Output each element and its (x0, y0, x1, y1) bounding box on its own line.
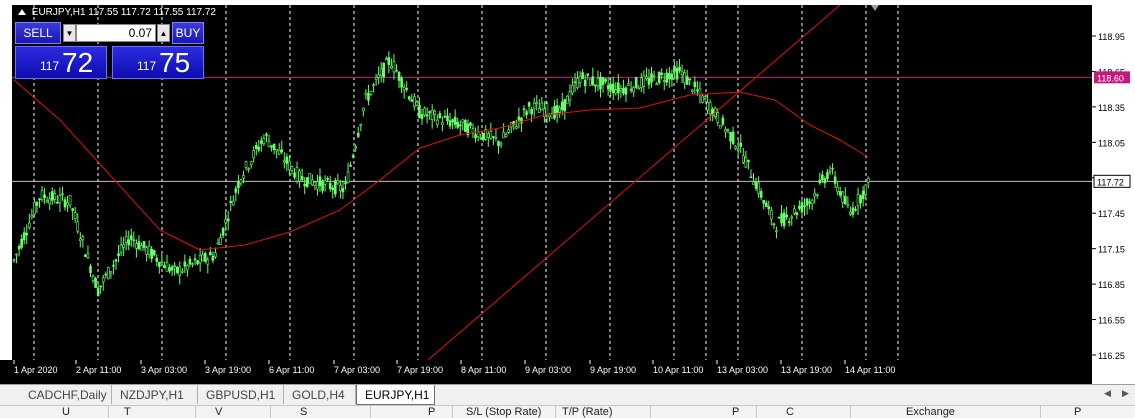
buy-price-big: 75 (159, 47, 191, 78)
time-axis-label: 2 Apr 11:00 (76, 365, 121, 375)
column-header[interactable]: V (215, 406, 222, 418)
column-header[interactable]: C (786, 406, 794, 418)
column-header[interactable]: T (124, 406, 131, 418)
column-header[interactable]: S (300, 406, 307, 418)
time-axis-label: 10 Apr 11:00 (653, 365, 703, 375)
price-axis-label: 117.45 (1098, 209, 1125, 219)
candle (719, 125, 722, 129)
candle (305, 177, 309, 189)
one-click-trading-panel: SELL ▼ 0.07 ▲ BUY 117 72 117 75 (15, 22, 204, 79)
price-axis-label: 118.95 (1098, 32, 1125, 42)
lot-size-input[interactable]: 0.07 (76, 24, 156, 42)
price-axis-label: 117.15 (1098, 245, 1125, 255)
time-axis-label: 7 Apr 03:00 (334, 365, 380, 375)
symbol-info: EURJPY,H1 117.55 117.72 117.55 117.72 (31, 7, 216, 18)
tab-gbpusd-h1[interactable]: GBPUSD,H1 (198, 385, 284, 404)
lot-increase-button[interactable]: ▲ (157, 24, 170, 42)
chart-tab-bar: CADCHF,Daily NZDJPY,H1 GBPUSD,H1 GOLD,H4… (0, 384, 1135, 405)
time-axis-label: 7 Apr 19:00 (397, 365, 443, 375)
column-header[interactable]: U (62, 406, 70, 418)
tab-scroll-left-icon[interactable]: ◀ (1104, 388, 1111, 399)
lot-decrease-button[interactable]: ▼ (63, 24, 76, 42)
sell-button[interactable]: SELL (15, 22, 61, 44)
candle (308, 172, 312, 184)
time-axis-label: 9 Apr 03:00 (525, 365, 571, 375)
price-axis-label: 116.85 (1098, 280, 1125, 290)
time-axis-label: 6 Apr 11:00 (269, 365, 314, 375)
tab-cadchf-daily[interactable]: CADCHF,Daily (20, 385, 112, 404)
tab-nzdjpy-h1[interactable]: NZDJPY,H1 (112, 385, 198, 404)
current-price-label: 117.72 (1097, 177, 1124, 187)
time-axis-label: 3 Apr 19:00 (205, 365, 251, 375)
column-header[interactable]: Exchange (906, 406, 955, 418)
candle (423, 106, 426, 117)
chart-area[interactable]: 118.95118.65118.35118.05117.75117.45117.… (0, 0, 1135, 384)
time-axis-label: 13 Apr 19:00 (781, 365, 832, 375)
price-axis-label: 116.55 (1098, 316, 1125, 326)
terminal-table-header: U T V S P S/L (Stop Rate) T/P (Rate) P C… (0, 405, 1135, 418)
candle (107, 266, 110, 280)
candle (657, 71, 661, 85)
time-axis-label: 8 Apr 11:00 (461, 365, 506, 375)
sell-price-big: 72 (62, 47, 94, 78)
buy-price-box[interactable]: 117 75 (112, 46, 204, 79)
column-header[interactable]: P (1074, 406, 1081, 418)
column-header[interactable]: S/L (Stop Rate) (466, 406, 541, 418)
candle (588, 78, 592, 86)
buy-price-small: 117 (137, 59, 157, 73)
candle (464, 119, 467, 132)
sell-price-small: 117 (40, 59, 60, 73)
time-axis-label: 9 Apr 19:00 (590, 365, 636, 375)
level-price-label: 118.60 (1097, 73, 1124, 83)
time-axis-label: 1 Apr 2020 (14, 365, 58, 375)
tab-gold-h4[interactable]: GOLD,H4 (284, 385, 356, 404)
triangle-icon (18, 9, 26, 15)
time-axis-label: 13 Apr 03:00 (717, 365, 768, 375)
column-header[interactable]: P (428, 406, 435, 418)
price-axis-label: 118.35 (1098, 103, 1125, 113)
symbol-header: EURJPY,H1 117.55 117.72 117.55 117.72 (18, 7, 216, 18)
candle (566, 95, 569, 104)
time-axis-label: 3 Apr 03:00 (141, 365, 187, 375)
price-axis-label: 116.25 (1098, 351, 1125, 361)
tab-eurjpy-h1[interactable]: EURJPY,H1 (356, 385, 435, 405)
sell-price-box[interactable]: 117 72 (15, 46, 107, 79)
candle (333, 177, 337, 198)
candle (634, 76, 638, 89)
tab-scroll-right-icon[interactable]: ▶ (1122, 388, 1129, 399)
column-header[interactable]: P (732, 406, 739, 418)
candle (94, 276, 97, 288)
price-axis-label: 118.05 (1098, 138, 1125, 148)
time-axis-label: 14 Apr 11:00 (845, 365, 895, 375)
buy-button[interactable]: BUY (172, 22, 204, 44)
column-header[interactable]: T/P (Rate) (562, 406, 613, 418)
